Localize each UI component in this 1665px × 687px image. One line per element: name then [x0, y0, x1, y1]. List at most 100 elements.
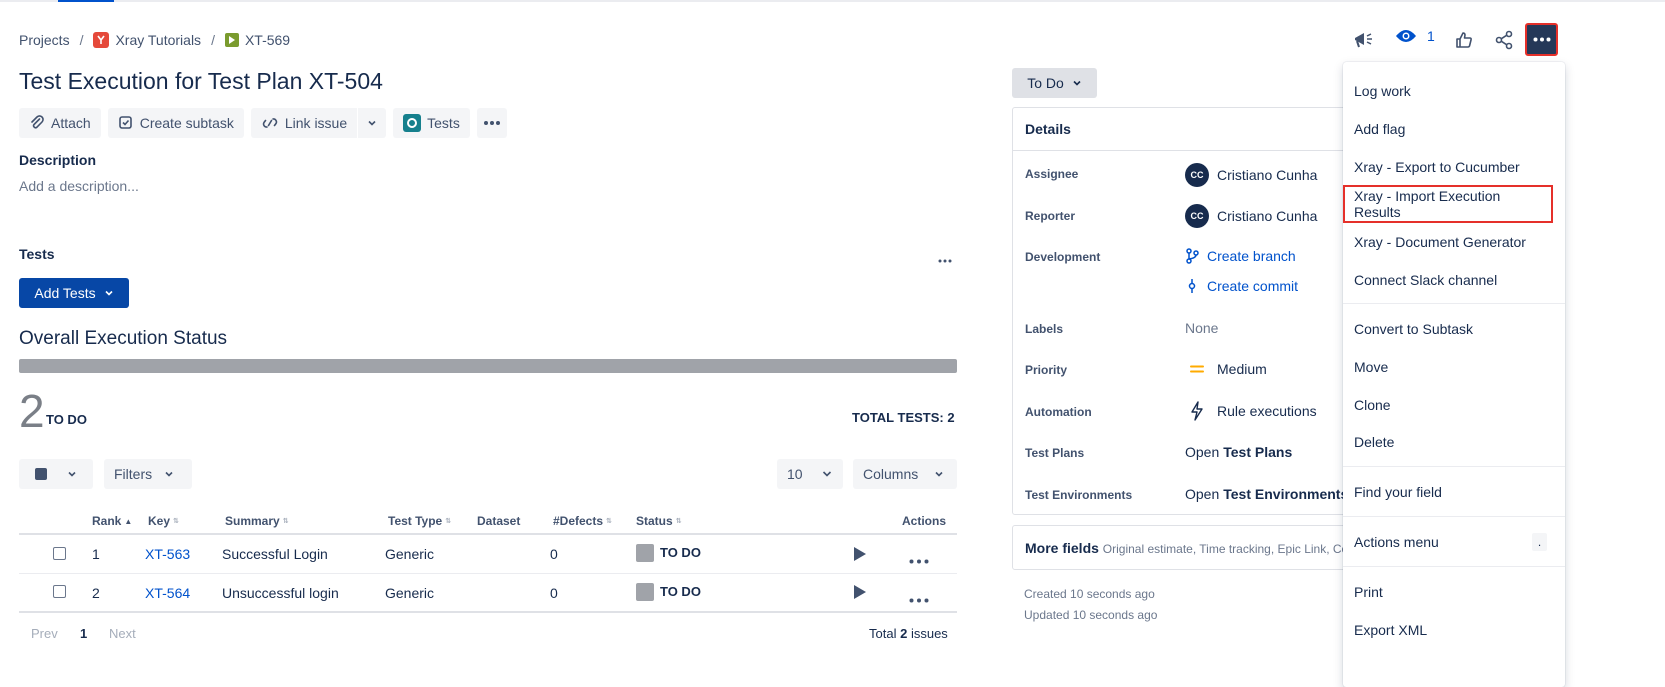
column-header-summary[interactable]: Summary ⇅	[225, 514, 289, 528]
row-key-link[interactable]: XT-563	[145, 546, 190, 562]
breadcrumb: Projects / Xray Tutorials / XT-569	[19, 32, 290, 48]
sort-icon: ⇅	[606, 518, 612, 525]
assignee-field[interactable]: CC Cristiano Cunha	[1185, 163, 1317, 187]
subtask-icon	[118, 116, 132, 129]
row-actions-button[interactable]	[909, 551, 929, 567]
menu-item-export-xml[interactable]: Export XML	[1343, 611, 1565, 649]
menu-divider	[1343, 516, 1565, 517]
row-actions-button[interactable]	[909, 590, 929, 606]
row-rank: 2	[92, 585, 100, 601]
create-commit-link[interactable]: Create commit	[1185, 278, 1298, 294]
menu-item-xray-export-cucumber[interactable]: Xray - Export to Cucumber	[1343, 148, 1565, 186]
menu-item-convert-to-subtask[interactable]: Convert to Subtask	[1343, 310, 1565, 348]
row-checkbox[interactable]	[53, 547, 66, 560]
chevron-down-icon	[105, 290, 113, 296]
share-button[interactable]	[1492, 28, 1516, 52]
attach-button[interactable]: Attach	[19, 108, 101, 138]
open-test-environments-link[interactable]: Open Test Environments	[1185, 486, 1348, 502]
feedback-button[interactable]	[1351, 28, 1375, 52]
status-dropdown[interactable]: To Do	[1012, 68, 1097, 98]
menu-item-connect-slack[interactable]: Connect Slack channel	[1343, 261, 1565, 299]
breadcrumb-separator: /	[79, 32, 84, 48]
menu-item-move[interactable]: Move	[1343, 348, 1565, 386]
automation-value: Rule executions	[1217, 403, 1317, 419]
add-tests-button[interactable]: Add Tests	[19, 278, 129, 308]
priority-field[interactable]: Medium	[1185, 361, 1267, 377]
menu-item-find-your-field[interactable]: Find your field	[1343, 473, 1565, 511]
reporter-field[interactable]: CC Cristiano Cunha	[1185, 204, 1317, 228]
page-size-select[interactable]: 10	[777, 459, 843, 489]
menu-item-actions-menu[interactable]: Actions menu .	[1343, 523, 1565, 561]
watch-button[interactable]: 1	[1395, 28, 1435, 44]
breadcrumb-projects[interactable]: Projects	[19, 32, 70, 48]
link-issue-dropdown[interactable]	[358, 108, 387, 138]
more-icon	[909, 559, 929, 564]
create-subtask-button[interactable]: Create subtask	[107, 108, 244, 138]
columns-dropdown[interactable]: Columns	[853, 459, 957, 489]
like-button[interactable]	[1452, 28, 1476, 52]
execute-button[interactable]	[853, 546, 867, 565]
more-fields-label: More fields	[1025, 540, 1099, 556]
filters-dropdown[interactable]: Filters	[104, 459, 192, 489]
column-header-test-type[interactable]: Test Type ⇅	[388, 514, 451, 528]
create-branch-link[interactable]: Create branch	[1185, 248, 1296, 264]
top-nav-line	[0, 0, 1665, 2]
row-status: TO DO	[636, 544, 701, 563]
details-title[interactable]: Details	[1013, 108, 1351, 151]
create-commit-label: Create commit	[1207, 278, 1299, 294]
labels-value[interactable]: None	[1185, 320, 1218, 336]
menu-item-log-work[interactable]: Log work	[1343, 72, 1565, 110]
row-checkbox[interactable]	[53, 585, 66, 598]
keyboard-shortcut: .	[1532, 533, 1547, 551]
column-header-rank[interactable]: Rank ▲	[92, 514, 132, 528]
select-square-icon	[35, 468, 47, 480]
tests-more-button[interactable]	[938, 250, 952, 266]
pager-prev[interactable]: Prev	[31, 626, 58, 641]
menu-divider	[1343, 566, 1565, 567]
chevron-down-icon	[368, 120, 376, 126]
sort-icon: ⇅	[675, 518, 682, 525]
menu-item-xray-document-generator[interactable]: Xray - Document Generator	[1343, 223, 1565, 261]
pager-page[interactable]: 1	[80, 626, 87, 641]
row-key-link[interactable]: XT-564	[145, 585, 190, 601]
table-header-divider	[19, 533, 957, 535]
column-header-key[interactable]: Key ⇅	[148, 514, 179, 528]
column-header-dataset: Dataset	[477, 514, 520, 528]
column-header-status[interactable]: Status ⇅	[636, 514, 682, 528]
attachment-icon	[31, 115, 44, 129]
branch-icon	[1186, 248, 1199, 264]
execute-button[interactable]	[853, 584, 867, 603]
table-row-divider	[19, 573, 957, 574]
bulk-select-dropdown[interactable]	[19, 459, 93, 489]
priority-value: Medium	[1217, 361, 1267, 377]
xray-icon	[403, 114, 422, 132]
page-title[interactable]: Test Execution for Test Plan XT-504	[19, 68, 383, 95]
tests-app-button[interactable]: Tests	[393, 108, 470, 138]
menu-item-clone[interactable]: Clone	[1343, 386, 1565, 424]
labels-label: Labels	[1025, 322, 1064, 336]
more-actions-button[interactable]	[1525, 23, 1558, 56]
more-fields-panel[interactable]: More fields Original estimate, Time trac…	[1012, 525, 1352, 570]
automation-label: Automation	[1025, 405, 1092, 419]
test-type-header-label: Test Type	[388, 514, 443, 528]
tests-label: Tests	[19, 246, 55, 262]
menu-item-xray-import-execution-results[interactable]: Xray - Import Execution Results	[1343, 185, 1553, 223]
row-summary: Unsuccessful login	[222, 585, 339, 601]
pager-next[interactable]: Next	[109, 626, 136, 641]
description-input[interactable]: Add a description...	[19, 178, 139, 194]
menu-divider	[1343, 466, 1565, 467]
toolbar-more-button[interactable]	[476, 108, 507, 138]
play-icon	[854, 547, 866, 561]
link-issue-button[interactable]: Link issue	[250, 108, 358, 138]
menu-item-delete[interactable]: Delete	[1343, 423, 1565, 461]
rule-executions-field[interactable]: Rule executions	[1185, 401, 1317, 421]
row-summary: Successful Login	[222, 546, 328, 562]
menu-item-add-flag[interactable]: Add flag	[1343, 110, 1565, 148]
open-test-plans-link[interactable]: Open Test Plans	[1185, 444, 1292, 460]
menu-item-print[interactable]: Print	[1343, 573, 1565, 611]
avatar: CC	[1185, 163, 1209, 187]
breadcrumb-issue[interactable]: XT-569	[224, 32, 290, 48]
column-header-defects[interactable]: #Defects ⇅	[553, 514, 612, 528]
breadcrumb-project[interactable]: Xray Tutorials	[93, 32, 201, 48]
commit-icon	[1188, 279, 1196, 293]
